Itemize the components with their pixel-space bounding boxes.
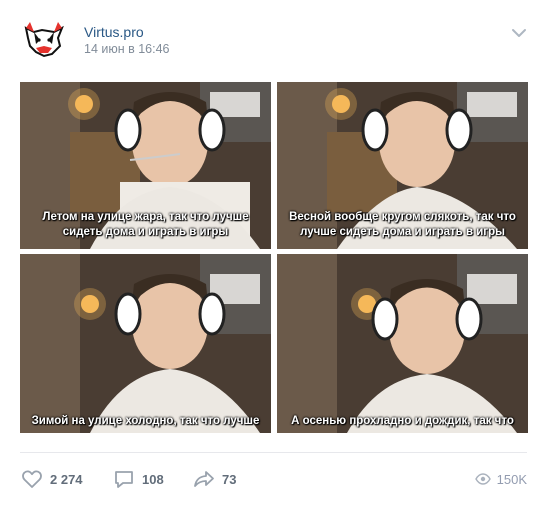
comment-count: 108 <box>142 471 164 487</box>
avatar[interactable] <box>20 18 66 64</box>
photo-grid: Летом на улице жара, так что лучше сидет… <box>20 82 528 433</box>
post-card: Virtus.pro 14 июн в 16:46 Летом на улице… <box>0 0 547 507</box>
photo-1[interactable]: Летом на улице жара, так что лучше сидет… <box>20 82 271 249</box>
comment-icon <box>115 471 133 488</box>
photo-1-caption: Летом на улице жара, так что лучше сидет… <box>42 211 249 238</box>
photo-3-caption: Зимой на улице холодно, так что лучше <box>31 415 260 427</box>
photo-4-caption: А осенью прохладно и дождик, так что <box>291 415 514 427</box>
virtus-pro-bear-logo-icon <box>20 18 66 64</box>
share-count: 73 <box>222 471 237 487</box>
photo-3[interactable]: Зимой на улице холодно, так что лучше <box>20 254 271 433</box>
eye-icon <box>474 473 491 485</box>
like-count: 2 274 <box>50 471 83 487</box>
post-date[interactable]: 14 июн в 16:46 <box>84 42 170 56</box>
comment-button[interactable]: 108 <box>112 465 164 493</box>
heart-icon <box>22 470 42 488</box>
footer-divider <box>20 452 527 453</box>
chevron-down-icon[interactable] <box>511 26 527 38</box>
photo-3-image <box>20 254 271 433</box>
post-author-link[interactable]: Virtus.pro <box>84 24 144 40</box>
photo-4[interactable]: А осенью прохладно и дождик, так что <box>277 254 528 433</box>
views-count: 150K <box>496 471 527 487</box>
share-button[interactable]: 73 <box>192 465 236 493</box>
post-header: Virtus.pro 14 июн в 16:46 <box>20 18 527 64</box>
views-counter: 150K <box>474 465 527 493</box>
photo-4-image <box>277 254 528 433</box>
photo-2[interactable]: Весной вообще кругом слякоть, так что лу… <box>277 82 528 249</box>
share-icon <box>194 471 214 487</box>
post-footer: 2 274 108 73 150K <box>20 465 527 493</box>
like-button[interactable]: 2 274 <box>20 465 83 493</box>
photo-2-caption: Весной вообще кругом слякоть, так что лу… <box>289 211 516 238</box>
